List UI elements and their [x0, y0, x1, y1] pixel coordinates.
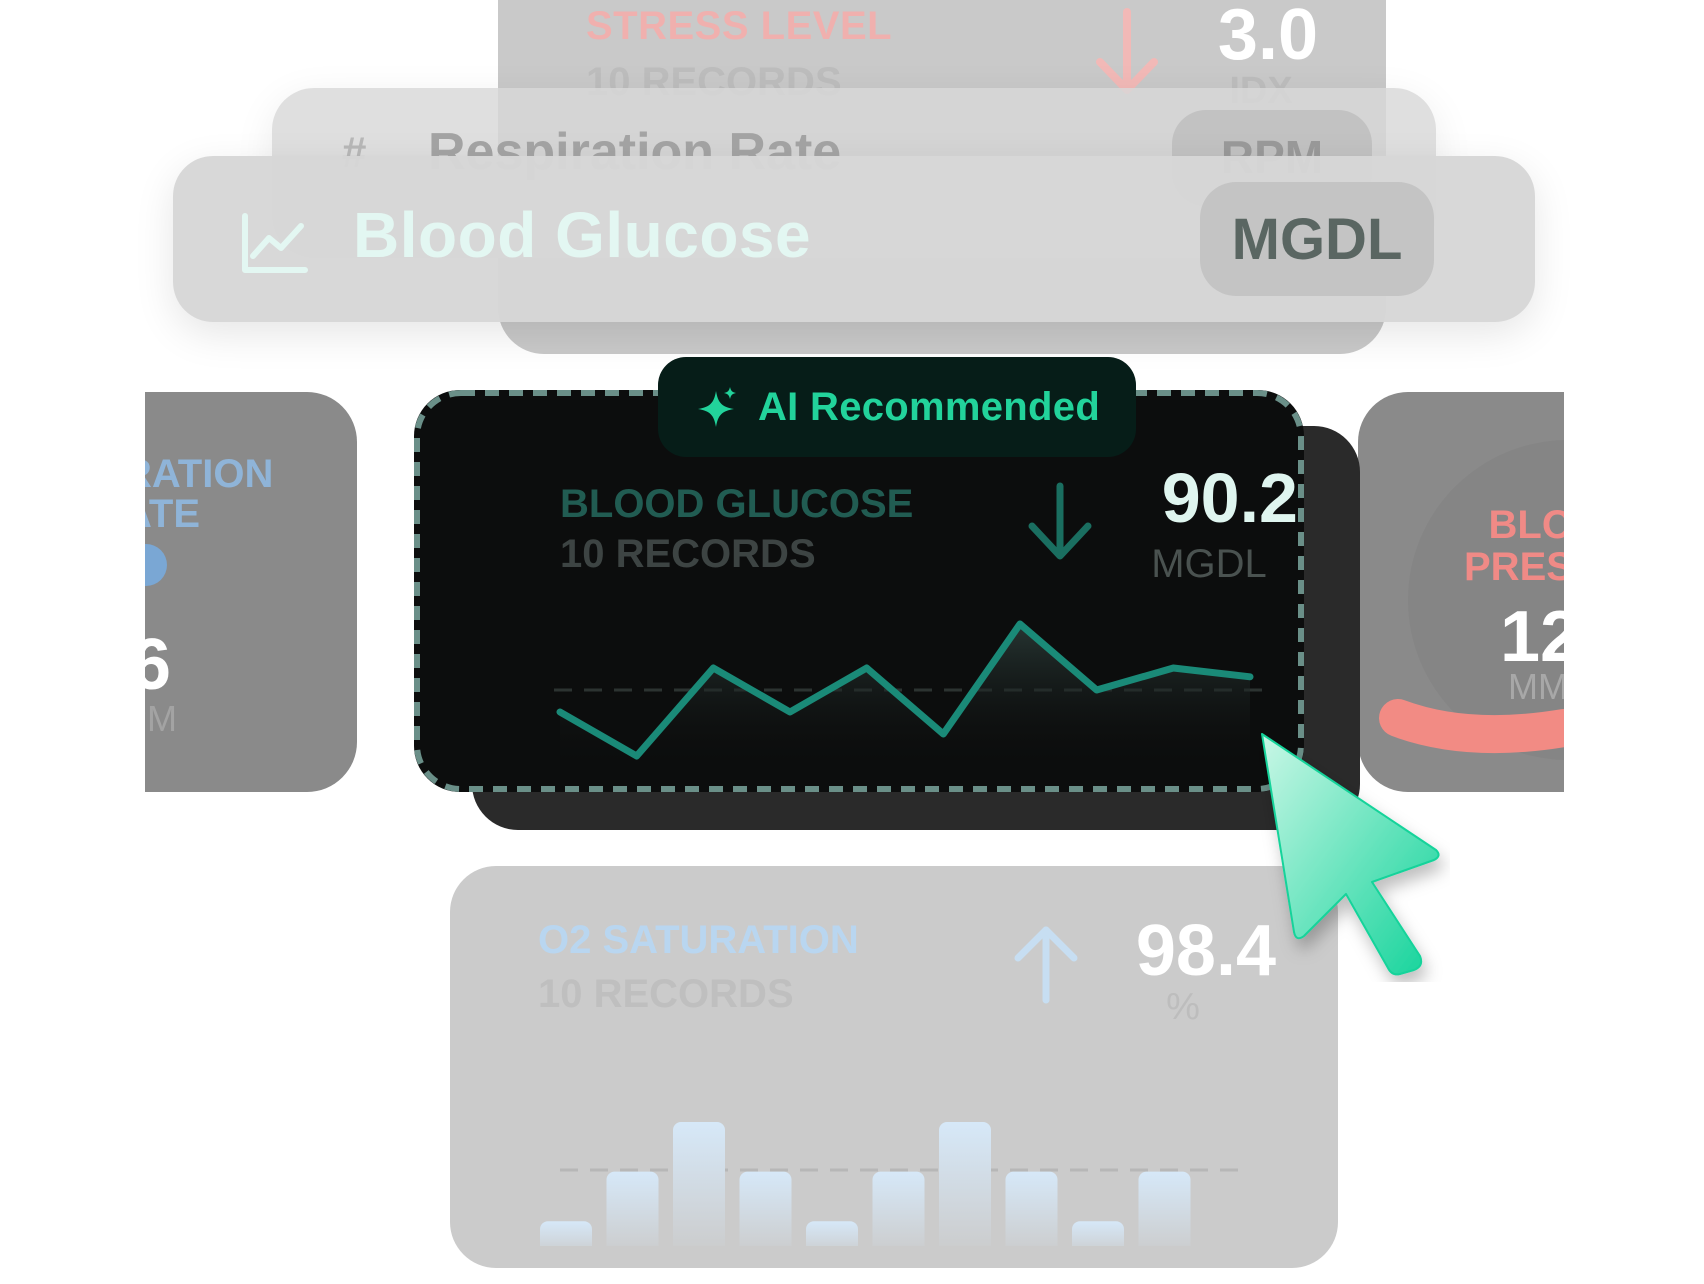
mouse-cursor-icon — [1261, 733, 1440, 976]
main-card-records: 10 RECORDS — [560, 532, 816, 576]
o2-bar-chart — [540, 1122, 1240, 1246]
chart-bar — [606, 1171, 659, 1246]
ai-recommended-label: AI Recommended — [758, 384, 1101, 429]
sparkle-icon — [698, 387, 736, 427]
blood-glucose-header[interactable]: Blood Glucose MGDL — [173, 156, 1535, 322]
o2-records: 10 RECORDS — [538, 972, 794, 1016]
glucose-line-chart — [554, 620, 1274, 770]
left-card-value: 6 — [145, 625, 172, 705]
stress-value: 3.0 — [1217, 0, 1318, 75]
chart-bar — [673, 1122, 725, 1246]
left-card-unit: PM — [145, 698, 177, 739]
trend-down-icon — [1028, 482, 1092, 560]
chart-bar — [806, 1221, 858, 1246]
o2-unit: % — [1166, 986, 1200, 1028]
chart-bar — [540, 1221, 592, 1246]
o2-saturation-card[interactable]: O2 SATURATION 10 RECORDS 98.4 % — [450, 866, 1338, 1268]
main-card-title: BLOOD GLUCOSE — [560, 482, 914, 526]
status-dot — [145, 544, 167, 586]
chart-bar — [739, 1171, 792, 1246]
chart-bar — [872, 1171, 925, 1246]
main-card-unit: MGDL — [1151, 542, 1267, 586]
line-chart-icon — [242, 213, 308, 273]
right-card-title: BLO PRES — [1464, 503, 1564, 589]
trend-down-icon — [1096, 8, 1158, 94]
chart-bar — [1138, 1171, 1191, 1246]
left-card-title: RATION ATE — [145, 452, 274, 536]
o2-title: O2 SATURATION — [538, 918, 859, 962]
stress-title: STRESS LEVEL — [586, 4, 893, 48]
ai-recommended-badge: AI Recommended — [658, 357, 1136, 457]
respiration-rate-card[interactable]: RATION ATE 6 PM — [145, 392, 357, 792]
chart-bar — [1072, 1221, 1124, 1246]
right-card-unit: MM — [1508, 666, 1564, 707]
main-card-value: 90.2 — [1161, 459, 1298, 537]
o2-value: 98.4 — [1135, 911, 1276, 991]
chart-bar — [939, 1122, 991, 1246]
unit-badge-mgdl[interactable]: MGDL — [1200, 182, 1434, 296]
trend-up-icon — [1014, 926, 1078, 1004]
chart-bar — [1005, 1171, 1058, 1246]
glucose-header-title: Blood Glucose — [353, 199, 812, 271]
